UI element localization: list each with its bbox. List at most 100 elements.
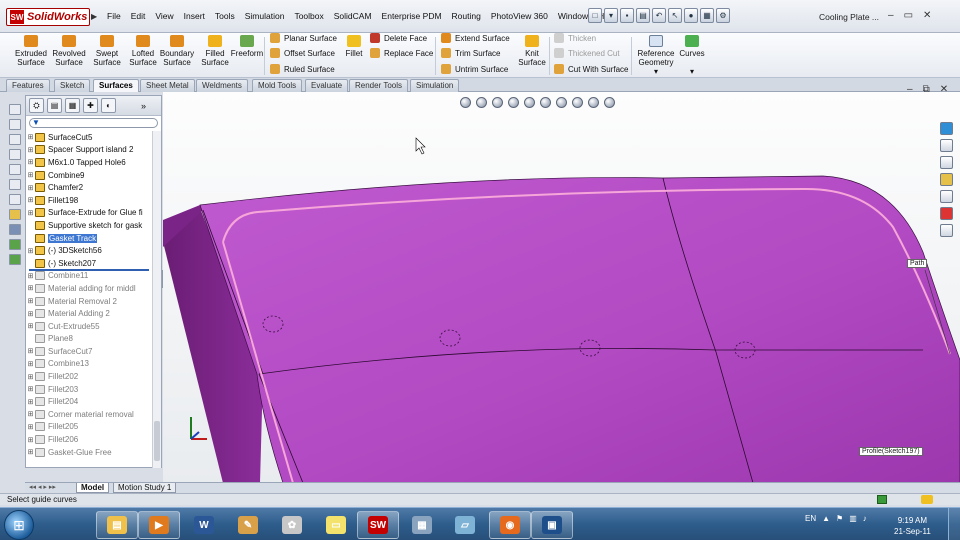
zoom-to-fit-icon[interactable] [460,97,471,108]
menu-tools[interactable]: Tools [210,11,240,21]
expand-icon[interactable]: ⊞ [26,410,35,418]
strip-document-icon[interactable] [9,194,21,205]
part-model[interactable] [163,92,960,483]
menu-simulation[interactable]: Simulation [240,11,290,21]
show-desktop-button[interactable] [948,508,960,540]
start-button[interactable]: ⊞ [4,510,34,540]
graphics-area[interactable] [163,92,960,483]
trim-surface-button[interactable]: Trim Surface [441,48,501,58]
tree-item[interactable]: ⊞ Fillet198 [26,194,152,207]
open-icon[interactable]: ▾ [604,8,618,23]
tree-item[interactable]: (-) Sketch207 [26,257,152,270]
strip-sketch-icon[interactable] [9,209,21,220]
tree-item[interactable]: ⊞ Cut-Extrude55 [26,320,152,333]
taskbar-solidworks[interactable]: SW [357,511,399,539]
tree-item[interactable]: ⊞ Material adding for middl [26,282,152,295]
search-icon[interactable] [940,190,953,203]
taskbar-app[interactable]: ✿ [271,511,313,539]
taskbar-explorer[interactable]: ▤ [96,511,138,539]
planar-surface-button[interactable]: Planar Surface [270,33,337,43]
new-document-icon[interactable]: □ [588,8,602,23]
reference-geometry-button[interactable]: Reference Geometry ▾ [634,35,678,76]
tree-item[interactable]: ⊞ Combine13 [26,358,152,371]
tab-mold-tools[interactable]: Mold Tools [252,79,303,92]
untrim-surface-button[interactable]: Untrim Surface [441,64,508,74]
menu-insert[interactable]: Insert [179,11,210,21]
undo-icon[interactable]: ↶ [652,8,666,23]
expand-panel-icon[interactable]: » [141,101,146,111]
strip-feature-icon[interactable] [9,239,21,250]
show-hidden-icons-icon[interactable]: ▲ [822,514,830,523]
path-callout[interactable]: Path [907,259,928,268]
tree-item[interactable]: ⊞ SurfaceCut5 [26,131,152,144]
expand-icon[interactable]: ⊞ [26,196,35,204]
tab-surfaces[interactable]: Surfaces [93,79,139,92]
tab-weldments[interactable]: Weldments [196,79,248,92]
tree-item[interactable]: ⊞ Fillet204 [26,395,152,408]
knit-surface-button[interactable]: Knit Surface [518,35,546,67]
taskbar-sticky-notes[interactable]: ▭ [315,511,357,539]
tab-features[interactable]: Features [6,79,50,92]
dimxpert-tab-icon[interactable]: ✚ [83,98,98,113]
expand-icon[interactable]: ⊞ [26,272,35,280]
offset-surface-button[interactable]: Offset Surface [270,48,335,58]
tree-item[interactable]: Supportive sketch for gask [26,219,152,232]
strip-document-icon[interactable] [9,119,21,130]
tab-render-tools[interactable]: Render Tools [349,79,408,92]
tree-item[interactable]: ⊞ Fillet205 [26,421,152,434]
extend-surface-button[interactable]: Extend Surface [441,33,510,43]
help-icon[interactable] [877,495,887,504]
solidworks-logo[interactable]: SW SolidWorks [6,8,90,26]
expand-icon[interactable]: ⊞ [26,398,35,406]
menu-toolbox[interactable]: Toolbox [289,11,328,21]
view-orientation-icon[interactable] [524,97,535,108]
file-explorer-icon[interactable] [940,156,953,169]
taskbar-calculator[interactable]: ▦ [401,511,443,539]
expand-icon[interactable]: ⊞ [26,158,35,166]
menu-enterprise-pdm[interactable]: Enterprise PDM [377,11,447,21]
print-icon[interactable]: ▤ [636,8,650,23]
cut-with-surface-button[interactable]: Cut With Surface [554,64,628,74]
fillet-button[interactable]: Fillet [343,35,365,58]
taskbar-paint[interactable]: ✎ [227,511,269,539]
apply-scene-icon[interactable] [588,97,599,108]
menu-view[interactable]: View [150,11,178,21]
menu-photoview-360[interactable]: PhotoView 360 [486,11,553,21]
save-icon[interactable]: ▪ [620,8,634,23]
expand-icon[interactable]: ⊞ [26,373,35,381]
strip-document-icon[interactable] [9,149,21,160]
expand-icon[interactable]: ⊞ [26,133,35,141]
tree-item[interactable]: ⊞ Fillet203 [26,383,152,396]
lofted-surface-button[interactable]: Lofted Surface [124,35,162,67]
tree-filter-input[interactable]: ▼ [29,118,158,128]
freeform-button[interactable]: Freeform [228,35,266,58]
taskbar-firefox[interactable]: ◉ [489,511,531,539]
zoom-to-area-icon[interactable] [476,97,487,108]
network-icon[interactable]: ▥ [849,514,857,523]
expand-icon[interactable]: ⊞ [26,448,35,456]
thicken-button[interactable]: Thicken [554,33,596,43]
reference-geometry-dropdown-icon[interactable]: ▾ [634,67,678,76]
strip-document-icon[interactable] [9,179,21,190]
previous-view-icon[interactable] [492,97,503,108]
tree-item[interactable]: ⊞ Spacer Support island 2 [26,144,152,157]
ruled-surface-button[interactable]: Ruled Surface [270,64,335,74]
property-manager-tab-icon[interactable]: ▤ [47,98,62,113]
section-view-icon[interactable] [508,97,519,108]
display-style-icon[interactable] [540,97,551,108]
taskbar-media-player[interactable]: ▶ [138,511,180,539]
volume-icon[interactable]: ♪ [863,514,867,523]
appearances-icon[interactable] [940,207,953,220]
options-icon[interactable]: ⚙ [716,8,730,23]
taskbar-remote[interactable]: ▣ [531,511,573,539]
close-icon[interactable]: ✕ [923,10,931,21]
tree-item[interactable]: ⊞ Fillet202 [26,370,152,383]
expand-icon[interactable]: ⊞ [26,146,35,154]
hide-show-items-icon[interactable] [556,97,567,108]
extruded-surface-button[interactable]: Extruded Surface [12,35,50,67]
solidworks-resources-icon[interactable] [940,122,953,135]
language-indicator[interactable]: EN [805,514,816,523]
curves-button[interactable]: Curves ▾ [678,35,706,76]
strip-document-icon[interactable] [9,164,21,175]
tab-simulation[interactable]: Simulation [410,79,460,92]
